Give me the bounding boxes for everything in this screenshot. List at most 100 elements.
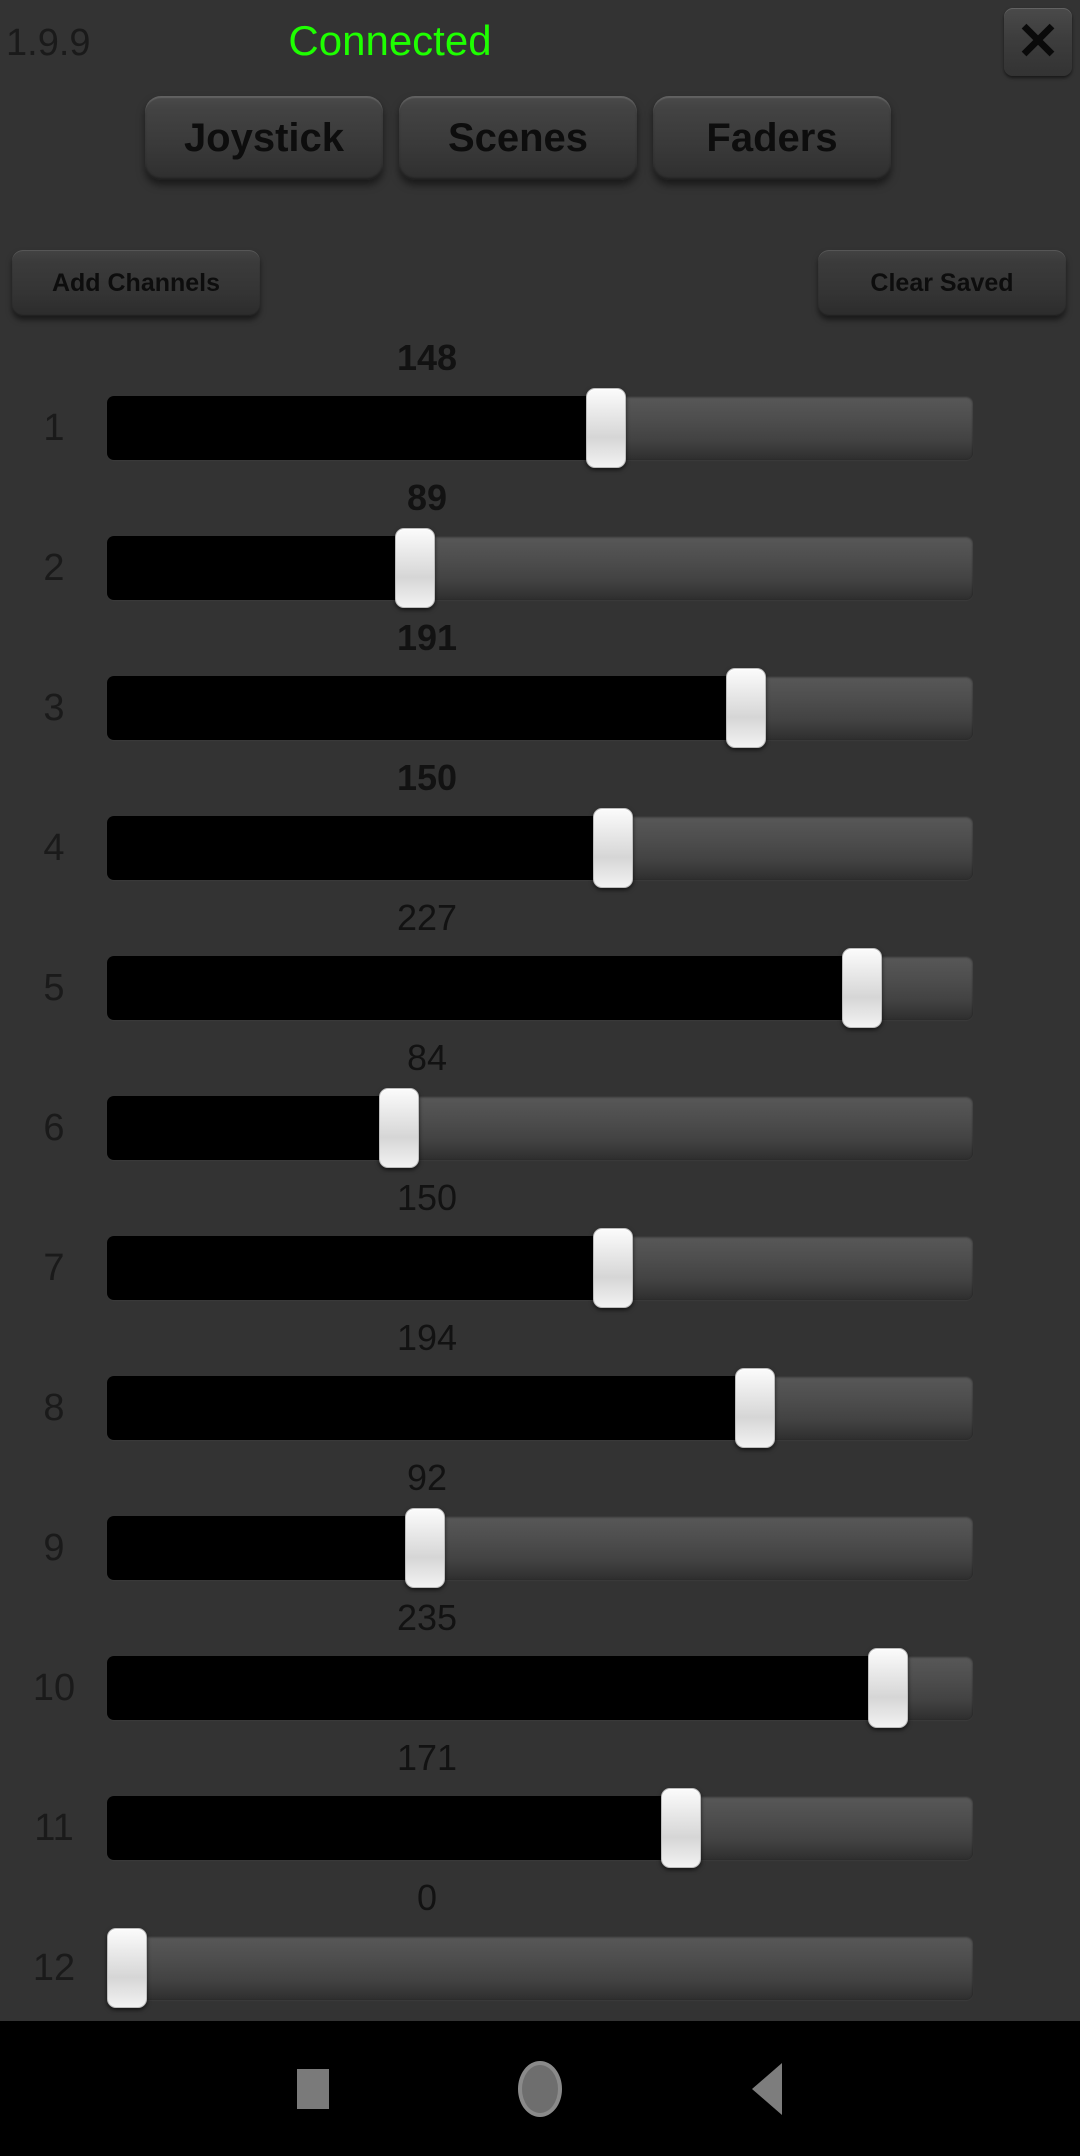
fader-fill	[107, 1656, 889, 1720]
tab-scenes[interactable]: Scenes	[399, 96, 637, 180]
fader-index-label: 3	[43, 687, 65, 729]
fader-row: 191 3	[0, 618, 1080, 758]
fader-thumb[interactable]	[405, 1508, 445, 1588]
fader-thumb[interactable]	[725, 668, 766, 748]
fader-thumb[interactable]	[868, 1648, 909, 1728]
fader-thumb[interactable]	[107, 1928, 147, 2008]
fader-row: 150 4	[0, 758, 1080, 898]
fader-fill	[107, 956, 863, 1020]
fader-value-label: 194	[396, 1317, 458, 1358]
fader-slider[interactable]	[107, 1648, 973, 1728]
fader-value-label: 89	[406, 477, 448, 518]
fader-row: 89 2	[0, 478, 1080, 618]
fader-row: 0 12	[0, 1878, 1080, 2018]
fader-slider[interactable]	[107, 1928, 973, 2008]
fader-control: 2	[0, 524, 1080, 612]
fader-slider[interactable]	[107, 528, 973, 608]
fader-control: 12	[0, 1924, 1080, 2012]
fader-row: 150 7	[0, 1178, 1080, 1318]
fader-control: 10	[0, 1644, 1080, 1732]
fader-index-label: 8	[43, 1387, 65, 1429]
fader-fill	[107, 396, 607, 460]
fader-index-label: 10	[32, 1667, 76, 1709]
fader-value-label: 227	[396, 897, 458, 938]
fader-slider[interactable]	[107, 1228, 973, 1308]
fader-value-label: 150	[396, 757, 458, 798]
fader-thumb[interactable]	[379, 1088, 420, 1168]
fader-list: 148 1 89 2 191 3 150 4 227 5 84 6 150 7 194 8 92 9 235 10 17…	[0, 338, 1080, 2018]
clear-saved-button[interactable]: Clear Saved	[818, 250, 1066, 316]
fader-thumb[interactable]	[660, 1788, 701, 1868]
close-button[interactable]: ✕	[1004, 8, 1072, 76]
fader-control: 1	[0, 384, 1080, 472]
triangle-icon	[751, 2062, 782, 2115]
back-button[interactable]	[722, 2044, 812, 2134]
fader-thumb[interactable]	[395, 528, 436, 608]
fader-control: 9	[0, 1504, 1080, 1592]
add-channels-button[interactable]: Add Channels	[12, 250, 260, 316]
fader-value-label: 92	[406, 1457, 448, 1498]
android-navigation-bar	[0, 2021, 1080, 2156]
fader-slider[interactable]	[107, 388, 973, 468]
fader-control: 8	[0, 1364, 1080, 1452]
fader-index-label: 4	[43, 827, 65, 869]
fader-thumb[interactable]	[592, 808, 633, 888]
fader-thumb[interactable]	[842, 948, 883, 1028]
fader-value-label: 0	[416, 1877, 438, 1918]
fader-control: 5	[0, 944, 1080, 1032]
fader-fill	[107, 536, 416, 600]
close-icon: ✕	[1016, 13, 1060, 71]
fader-row: 84 6	[0, 1038, 1080, 1178]
fader-thumb[interactable]	[586, 388, 627, 468]
fader-row: 194 8	[0, 1318, 1080, 1458]
home-button[interactable]	[495, 2044, 585, 2134]
fader-fill	[107, 1796, 681, 1860]
fader-thumb[interactable]	[735, 1368, 776, 1448]
fader-control: 7	[0, 1224, 1080, 1312]
fader-value-label: 148	[396, 337, 458, 378]
fader-index-label: 6	[43, 1107, 65, 1149]
fader-slider[interactable]	[107, 1088, 973, 1168]
fader-value-label: 150	[396, 1177, 458, 1218]
fader-slider[interactable]	[107, 668, 973, 748]
fader-row: 92 9	[0, 1458, 1080, 1598]
fader-fill	[107, 1516, 425, 1580]
mode-tab-bar: Joystick Scenes Faders	[0, 90, 1080, 188]
fader-index-label: 11	[34, 1807, 74, 1849]
fader-index-label: 9	[43, 1527, 65, 1569]
fader-row: 235 10	[0, 1598, 1080, 1738]
fader-value-label: 171	[396, 1737, 458, 1778]
recents-button[interactable]	[268, 2044, 358, 2134]
fader-control: 3	[0, 664, 1080, 752]
tab-joystick[interactable]: Joystick	[145, 96, 383, 180]
fader-index-label: 12	[32, 1947, 76, 1989]
fader-index-label: 5	[43, 967, 65, 1009]
fader-control: 4	[0, 804, 1080, 892]
fader-slider[interactable]	[107, 808, 973, 888]
fader-slider[interactable]	[107, 1788, 973, 1868]
app-header: 1.9.9 Connected ✕	[0, 0, 1080, 90]
fader-slider[interactable]	[107, 948, 973, 1028]
fader-control: 11	[0, 1784, 1080, 1872]
fader-index-label: 1	[43, 407, 65, 449]
fader-row: 227 5	[0, 898, 1080, 1038]
fader-row: 148 1	[0, 338, 1080, 478]
fader-index-label: 2	[43, 547, 65, 589]
fader-value-label: 235	[396, 1597, 458, 1638]
connection-status-label: Connected	[288, 17, 492, 64]
tab-faders[interactable]: Faders	[653, 96, 891, 180]
fader-value-label: 84	[406, 1037, 448, 1078]
fader-control: 6	[0, 1084, 1080, 1172]
fader-fill	[107, 1376, 756, 1440]
fader-fill	[107, 816, 613, 880]
fader-fill	[107, 1236, 613, 1300]
fader-thumb[interactable]	[592, 1228, 633, 1308]
fader-index-label: 7	[43, 1247, 65, 1289]
fader-row: 171 11	[0, 1738, 1080, 1878]
fader-slider[interactable]	[107, 1508, 973, 1588]
fader-slider[interactable]	[107, 1368, 973, 1448]
circle-icon	[517, 2060, 562, 2117]
square-icon	[297, 2068, 330, 2109]
fader-value-label: 191	[396, 617, 458, 658]
fader-fill	[107, 1096, 400, 1160]
